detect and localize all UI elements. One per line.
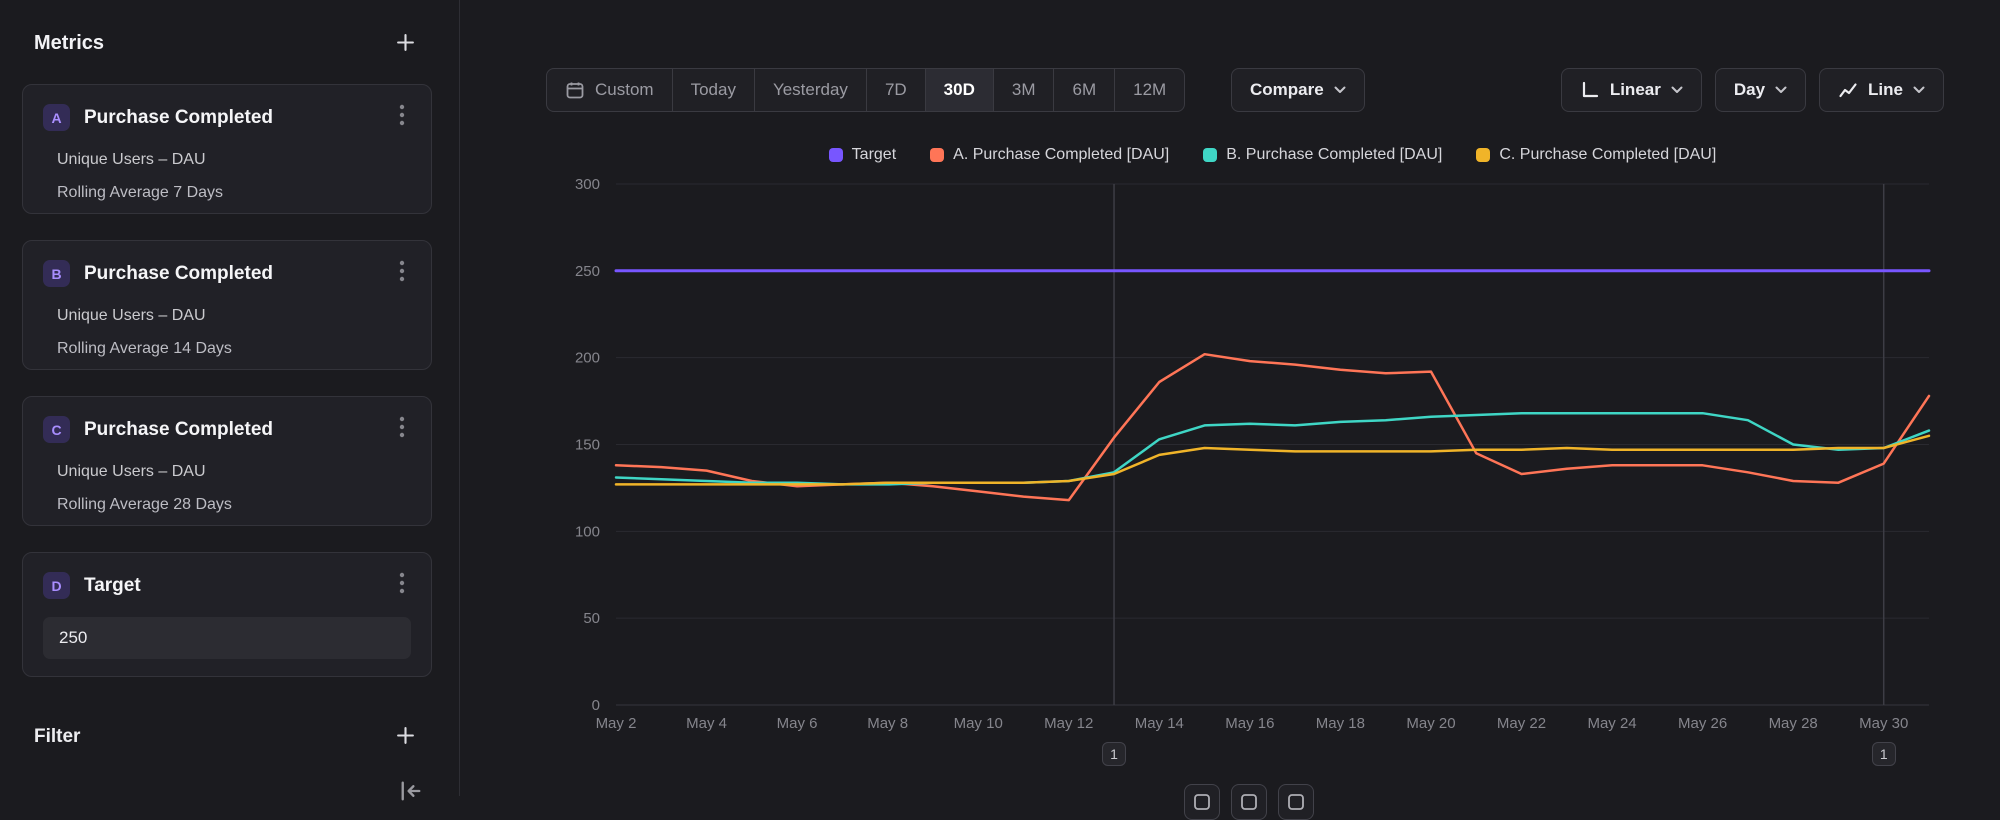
chart-legend: Target A. Purchase Completed [DAU] B. Pu…	[616, 146, 1929, 164]
chart-action-buttons	[1184, 784, 1314, 820]
svg-text:May 22: May 22	[1497, 715, 1546, 732]
collapse-arrow-icon	[398, 778, 424, 807]
annotation-icon	[1193, 793, 1211, 814]
metric-card-c[interactable]: C Purchase Completed Unique Users – DAU …	[22, 396, 432, 526]
legend-item-b[interactable]: B. Purchase Completed [DAU]	[1203, 146, 1442, 164]
chart-action-button-1[interactable]	[1184, 784, 1220, 820]
svg-text:May 8: May 8	[867, 715, 908, 732]
svg-text:0: 0	[592, 697, 600, 714]
svg-text:May 6: May 6	[777, 715, 818, 732]
filter-section-header: Filter	[34, 726, 415, 748]
legend-item-target[interactable]: Target	[829, 146, 896, 164]
legend-swatch	[1476, 148, 1490, 162]
kebab-menu-icon[interactable]	[393, 414, 411, 445]
legend-label: A. Purchase Completed [DAU]	[953, 146, 1169, 164]
svg-text:50: 50	[583, 610, 600, 627]
metric-title: Purchase Completed	[84, 419, 393, 441]
svg-text:May 26: May 26	[1678, 715, 1727, 732]
svg-text:May 28: May 28	[1769, 715, 1818, 732]
metric-badge: D	[43, 572, 70, 599]
plus-icon	[396, 33, 415, 55]
metric-detail[interactable]: Rolling Average 7 Days	[57, 184, 411, 202]
metric-measurement[interactable]: Unique Users – DAU	[57, 151, 411, 169]
filter-title: Filter	[34, 726, 80, 748]
series-line-a	[616, 354, 1929, 500]
metric-measurement[interactable]: Unique Users – DAU	[57, 463, 411, 481]
add-filter-button[interactable]	[396, 726, 415, 748]
svg-text:May 2: May 2	[596, 715, 637, 732]
metric-card-b[interactable]: B Purchase Completed Unique Users – DAU …	[22, 240, 432, 370]
legend-swatch	[1203, 148, 1217, 162]
metric-badge: B	[43, 260, 70, 287]
svg-text:100: 100	[575, 523, 600, 540]
svg-text:May 16: May 16	[1225, 715, 1274, 732]
legend-label: B. Purchase Completed [DAU]	[1226, 146, 1442, 164]
svg-text:300: 300	[575, 176, 600, 193]
metric-card-header: D Target	[43, 570, 411, 601]
metric-title: Purchase Completed	[84, 263, 393, 285]
kebab-menu-icon[interactable]	[393, 570, 411, 601]
metric-card-header: B Purchase Completed	[43, 258, 411, 289]
legend-swatch	[930, 148, 944, 162]
svg-text:May 4: May 4	[686, 715, 727, 732]
metric-card-header: A Purchase Completed	[43, 102, 411, 133]
legend-label: C. Purchase Completed [DAU]	[1499, 146, 1716, 164]
target-card[interactable]: D Target	[22, 552, 432, 677]
metric-detail[interactable]: Rolling Average 28 Days	[57, 496, 411, 514]
alert-icon	[1240, 793, 1258, 814]
metrics-sidebar: Metrics A Purchase Completed Unique User…	[0, 0, 460, 796]
metric-card-header: C Purchase Completed	[43, 414, 411, 445]
annotation-badge[interactable]: 1	[1872, 742, 1896, 766]
svg-text:May 20: May 20	[1406, 715, 1455, 732]
legend-label: Target	[852, 146, 896, 164]
sidebar-header: Metrics	[34, 32, 415, 55]
annotation-badge[interactable]: 1	[1102, 742, 1126, 766]
plus-icon	[396, 726, 415, 748]
chart-action-button-3[interactable]	[1278, 784, 1314, 820]
legend-swatch	[829, 148, 843, 162]
legend-item-a[interactable]: A. Purchase Completed [DAU]	[930, 146, 1169, 164]
metric-measurement[interactable]: Unique Users – DAU	[57, 307, 411, 325]
kebab-menu-icon[interactable]	[393, 102, 411, 133]
svg-text:May 30: May 30	[1859, 715, 1908, 732]
metric-badge: A	[43, 104, 70, 131]
svg-text:May 14: May 14	[1135, 715, 1184, 732]
metric-badge: C	[43, 416, 70, 443]
svg-text:May 24: May 24	[1587, 715, 1636, 732]
metric-card-a[interactable]: A Purchase Completed Unique Users – DAU …	[22, 84, 432, 214]
sidebar-title: Metrics	[34, 32, 104, 55]
svg-text:May 12: May 12	[1044, 715, 1093, 732]
metric-title: Purchase Completed	[84, 107, 393, 129]
add-metric-button[interactable]	[396, 33, 415, 55]
metric-detail[interactable]: Rolling Average 14 Days	[57, 340, 411, 358]
chart-action-button-2[interactable]	[1231, 784, 1267, 820]
legend-item-c[interactable]: C. Purchase Completed [DAU]	[1476, 146, 1716, 164]
kebab-menu-icon[interactable]	[393, 258, 411, 289]
target-value-input[interactable]	[43, 617, 411, 659]
svg-text:May 18: May 18	[1316, 715, 1365, 732]
svg-text:150: 150	[575, 437, 600, 454]
svg-text:200: 200	[575, 350, 600, 367]
metric-title: Target	[84, 575, 393, 597]
svg-text:250: 250	[575, 263, 600, 280]
series-line-c	[616, 436, 1929, 485]
collapse-sidebar-button[interactable]	[398, 778, 424, 807]
more-icon	[1287, 793, 1305, 814]
svg-text:May 10: May 10	[954, 715, 1003, 732]
